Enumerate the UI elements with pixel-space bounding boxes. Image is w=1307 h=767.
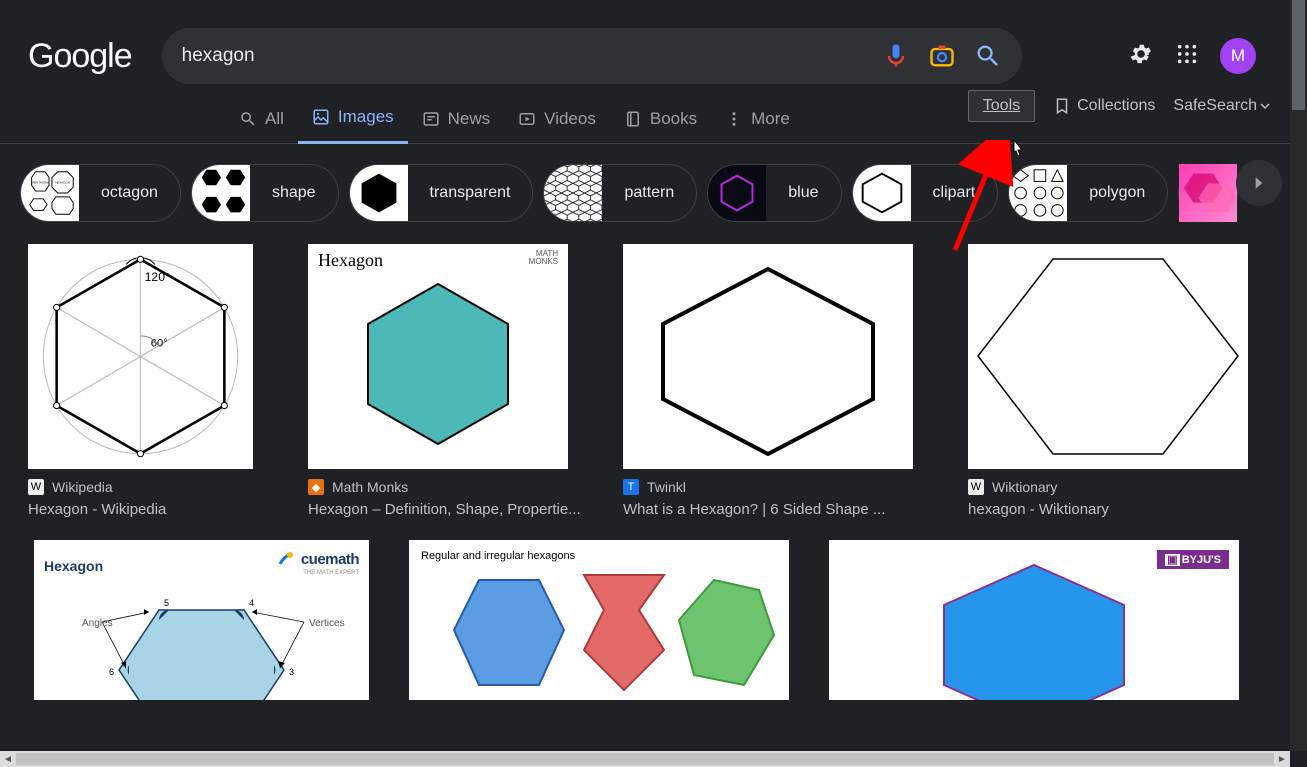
image-search-icon[interactable] [928,42,956,70]
chip-shape[interactable]: shape [191,164,339,222]
tab-label: Books [650,109,697,129]
chip-thumb [192,164,250,222]
svg-text:Vertices: Vertices [309,618,345,629]
voice-search-icon[interactable] [882,42,910,70]
horizontal-scrollbar[interactable]: ◄ ► [0,751,1290,767]
image-result[interactable]: W Wiktionary hexagon - Wiktionary [968,244,1248,518]
chip-partial[interactable] [1178,164,1238,222]
svg-text:60°: 60° [151,337,168,349]
result-title: Hexagon - Wikipedia [28,501,268,518]
brand-badge: ▣BYJU'S [1157,550,1229,569]
chip-thumb: PENTAGON HEXAGON [21,164,79,222]
chip-label: polygon [1067,184,1167,202]
favicon: T [623,479,639,495]
related-chips-row: PENTAGON HEXAGON octagon shape transparen… [0,144,1290,222]
chip-transparent[interactable]: transparent [349,164,534,222]
tab-label: All [265,109,284,129]
chip-thumb [708,164,766,222]
chip-label: shape [250,184,338,202]
tab-label: More [751,109,790,129]
tab-images[interactable]: Images [298,107,408,144]
favicon: W [28,479,44,495]
chip-label: pattern [602,184,696,202]
tools-button[interactable]: Tools [968,90,1035,122]
settings-icon[interactable] [1128,41,1154,72]
label: Regular and irregular hexagons [421,550,575,562]
tab-videos[interactable]: Videos [504,109,610,143]
svg-text:120°: 120° [145,270,170,284]
svg-text:HEXAGON: HEXAGON [55,180,69,184]
image-result[interactable]: T Twinkl What is a Hexagon? | 6 Sided Sha… [623,244,928,518]
svg-text:5: 5 [164,598,169,608]
image-result[interactable]: Hexagon MATHMONKS ◆Math Monks Hexagon – … [308,244,583,518]
chip-blue[interactable]: blue [707,164,841,222]
svg-text:6: 6 [109,667,114,677]
chip-label: blue [766,184,840,202]
scroll-left-arrow[interactable]: ◄ [0,751,16,767]
tab-all[interactable]: All [225,109,298,143]
avatar-letter: M [1231,46,1245,66]
tab-books[interactable]: Books [610,109,711,143]
result-title: hexagon - Wiktionary [968,501,1248,518]
result-source: Wiktionary [992,479,1057,495]
safesearch-dropdown[interactable]: SafeSearch [1173,97,1270,115]
svg-text:4: 4 [249,598,254,608]
collections-link[interactable]: Collections [1053,97,1155,115]
image-result[interactable]: 120° 60° W Wikipedia Hexagon - Wikipedia [28,244,268,518]
chip-thumb [1179,164,1237,222]
chips-next-button[interactable] [1236,160,1282,206]
tab-more[interactable]: More [711,109,804,143]
favicon: W [968,479,984,495]
tab-news[interactable]: News [408,109,505,143]
search-bar[interactable] [162,28,1022,84]
result-source: Twinkl [647,479,686,495]
apps-icon[interactable] [1176,43,1198,70]
chip-label: clipart [911,184,998,202]
chip-thumb [544,164,602,222]
chip-polygon[interactable]: polygon [1008,164,1168,222]
image-result[interactable]: ▣BYJU'S [829,540,1239,700]
account-avatar[interactable]: M [1220,38,1256,74]
chip-octagon[interactable]: PENTAGON HEXAGON octagon [20,164,181,222]
svg-text:PENTAGON: PENTAGON [32,180,48,184]
chip-clipart[interactable]: clipart [852,164,999,222]
chip-thumb [853,164,911,222]
svg-text:3: 3 [289,667,294,677]
chip-label: octagon [79,184,180,202]
image-result[interactable]: Regular and irregular hexagons [409,540,789,700]
image-result[interactable]: Hexagon cuemath THE MATH EXPERT Angles V… [34,540,369,700]
google-logo[interactable]: Google [28,37,132,76]
tab-label: Videos [544,109,596,129]
chip-label: transparent [408,184,533,202]
result-source: Math Monks [332,479,408,495]
result-title: What is a Hexagon? | 6 Sided Shape ... [623,501,928,518]
svg-text:Angles: Angles [82,618,113,629]
chip-thumb [350,164,408,222]
chip-thumb [1009,164,1067,222]
scroll-right-arrow[interactable]: ► [1274,751,1290,767]
vertical-scrollbar[interactable] [1290,0,1307,751]
tab-label: News [448,109,491,129]
search-icon[interactable] [974,42,1002,70]
chip-pattern[interactable]: pattern [543,164,697,222]
result-source: Wikipedia [52,479,113,495]
result-title: Hexagon – Definition, Shape, Propertie..… [308,501,583,518]
search-input[interactable] [182,45,882,67]
tab-label: Images [338,107,394,127]
favicon: ◆ [308,479,324,495]
